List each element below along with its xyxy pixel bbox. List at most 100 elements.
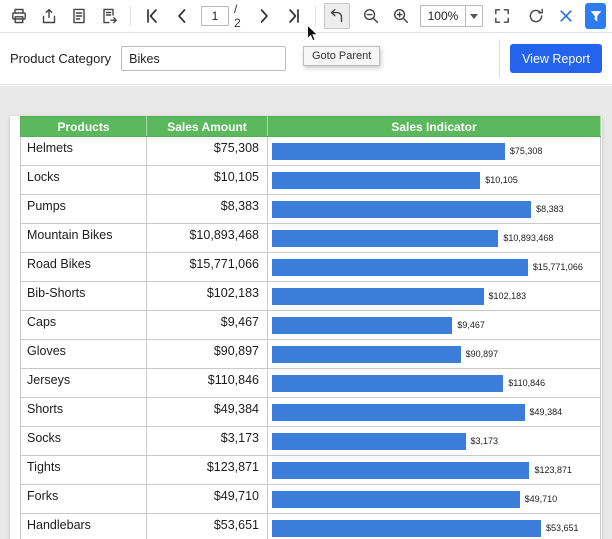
bar-value-label: $49,710 — [524, 494, 558, 504]
indicator-cell: $102,183 — [267, 281, 601, 311]
zoom-out-button[interactable] — [358, 3, 384, 29]
amount-cell: $102,183 — [146, 281, 268, 311]
report-canvas[interactable]: Products Sales Amount Sales Indicator He… — [0, 86, 612, 539]
indicator-cell: $8,383 — [267, 194, 601, 224]
sales-bar — [272, 461, 530, 479]
bar-container: $9,467 — [268, 311, 600, 339]
zoom-dropdown-button[interactable] — [465, 6, 482, 26]
product-cell: Gloves — [20, 339, 147, 369]
table-row: Caps $9,467 $9,467 — [20, 310, 601, 340]
table-row: Pumps $8,383 $8,383 — [20, 194, 601, 224]
amount-cell: $90,897 — [146, 339, 268, 369]
last-page-icon — [288, 9, 299, 23]
page-setup-button[interactable] — [96, 3, 122, 29]
zoom-level-select[interactable]: 100% — [419, 5, 484, 27]
first-page-icon — [147, 9, 157, 23]
toolbar-separator — [130, 6, 131, 26]
table-row: Jerseys $110,846 $110,846 — [20, 368, 601, 398]
export-button[interactable] — [36, 3, 62, 29]
sales-bar — [272, 287, 484, 305]
indicator-cell: $53,651 — [267, 513, 601, 539]
amount-cell: $110,846 — [146, 368, 268, 398]
indicator-cell: $3,173 — [267, 426, 601, 456]
document-icon — [73, 8, 85, 24]
product-cell: Shorts — [20, 397, 147, 427]
product-cell: Forks — [20, 484, 147, 514]
first-page-button[interactable] — [139, 3, 165, 29]
bar-value-label: $110,846 — [508, 378, 546, 388]
bar-container: $10,893,468 — [268, 224, 600, 252]
amount-cell: $49,710 — [146, 484, 268, 514]
page-number-input[interactable] — [201, 6, 229, 26]
amount-cell: $49,384 — [146, 397, 268, 427]
print-layout-button[interactable] — [66, 3, 92, 29]
product-category-input[interactable] — [121, 46, 287, 71]
bar-value-label: $90,897 — [465, 349, 499, 359]
last-page-button[interactable] — [281, 3, 307, 29]
sales-bar — [272, 316, 453, 334]
goto-parent-button[interactable] — [323, 3, 350, 29]
bar-container: $123,871 — [268, 456, 600, 484]
bar-container: $75,308 — [268, 137, 600, 165]
chevron-down-icon — [470, 13, 479, 19]
indicator-cell: $49,710 — [267, 484, 601, 514]
bar-value-label: $49,384 — [529, 407, 563, 417]
amount-cell: $10,105 — [146, 165, 268, 195]
sales-bar — [272, 229, 499, 247]
bar-container: $3,173 — [268, 427, 600, 455]
table-row: Helmets $75,308 $75,308 — [20, 136, 601, 166]
product-cell: Tights — [20, 455, 147, 485]
toolbar-separator — [314, 6, 316, 26]
bar-value-label: $53,651 — [545, 523, 579, 533]
refresh-button[interactable] — [523, 3, 549, 29]
product-cell: Road Bikes — [20, 252, 147, 282]
header-products: Products — [20, 116, 147, 137]
print-button[interactable] — [6, 3, 32, 29]
bar-value-label: $9,467 — [457, 320, 485, 330]
fit-to-page-button[interactable] — [489, 3, 515, 29]
report-page: Products Sales Amount Sales Indicator He… — [10, 116, 602, 539]
bar-container: $90,897 — [268, 340, 600, 368]
product-cell: Socks — [20, 426, 147, 456]
table-row: Shorts $49,384 $49,384 — [20, 397, 601, 427]
indicator-cell: $10,893,468 — [267, 223, 601, 253]
view-report-button[interactable]: View Report — [510, 44, 602, 73]
next-page-button[interactable] — [251, 3, 277, 29]
cancel-x-icon — [560, 10, 572, 22]
table-body: Helmets $75,308 $75,308 Locks $10,105 $1… — [20, 136, 601, 539]
amount-cell: $15,771,066 — [146, 252, 268, 282]
report-viewer-app: / 2 100% — [0, 0, 612, 539]
header-sales-indicator: Sales Indicator — [267, 116, 601, 137]
product-cell: Helmets — [20, 136, 147, 166]
bar-container: $110,846 — [268, 369, 600, 397]
bar-container: $53,651 — [268, 514, 600, 539]
header-sales-amount: Sales Amount — [146, 116, 268, 137]
zoom-in-icon — [393, 8, 408, 24]
zoom-in-button[interactable] — [388, 3, 414, 29]
product-cell: Jerseys — [20, 368, 147, 398]
table-header: Products Sales Amount Sales Indicator — [20, 116, 601, 137]
goto-parent-tooltip: Goto Parent — [303, 46, 381, 66]
amount-cell: $10,893,468 — [146, 223, 268, 253]
bar-container: $15,771,066 — [268, 253, 600, 281]
zoom-value-label: 100% — [427, 9, 459, 23]
printer-icon — [12, 8, 26, 24]
sales-bar — [272, 200, 532, 218]
previous-page-button[interactable] — [169, 3, 195, 29]
product-cell: Pumps — [20, 194, 147, 224]
sales-bar — [272, 432, 466, 450]
sales-bar — [272, 490, 520, 508]
product-cell: Locks — [20, 165, 147, 195]
goto-parent-arrow-icon — [330, 8, 342, 23]
bar-value-label: $123,871 — [534, 465, 573, 475]
filter-button[interactable] — [585, 3, 606, 29]
cancel-button[interactable] — [553, 3, 579, 29]
sales-bar — [272, 258, 528, 276]
indicator-cell: $10,105 — [267, 165, 601, 195]
table-row: Tights $123,871 $123,871 — [20, 455, 601, 485]
indicator-cell: $75,308 — [267, 136, 601, 166]
sales-report-table: Products Sales Amount Sales Indicator He… — [20, 116, 601, 539]
table-row: Locks $10,105 $10,105 — [20, 165, 601, 195]
table-row: Bib-Shorts $102,183 $102,183 — [20, 281, 601, 311]
bar-container: $8,383 — [268, 195, 600, 223]
